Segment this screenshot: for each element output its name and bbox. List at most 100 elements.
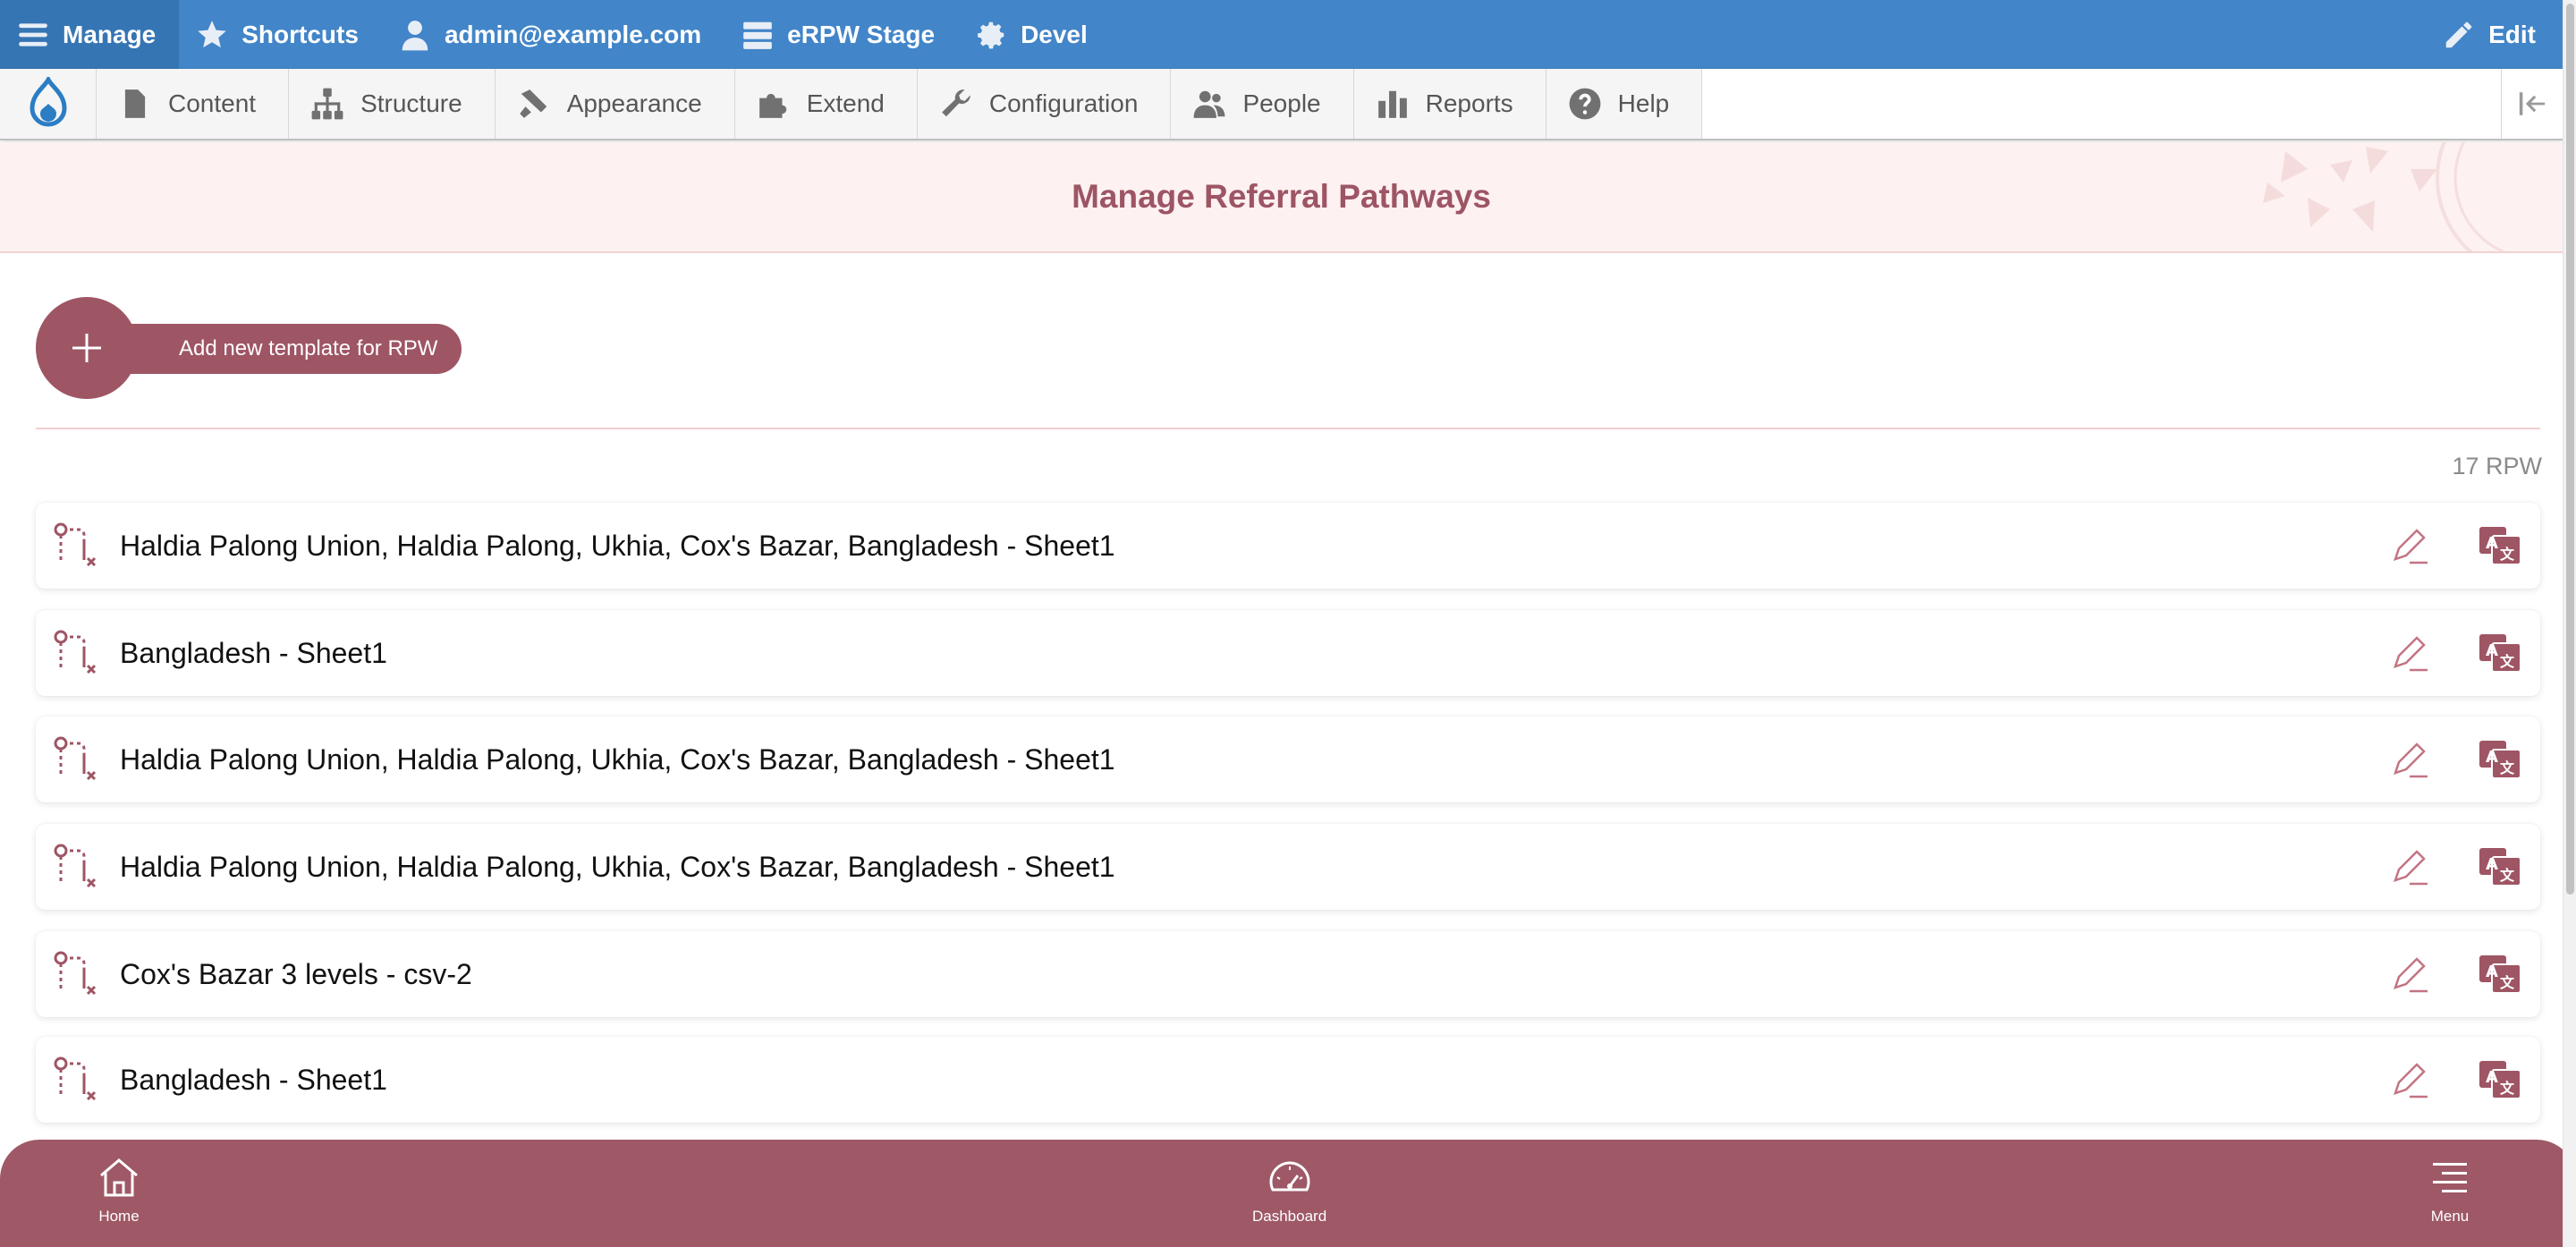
- route-icon: [54, 522, 97, 567]
- nav-menu[interactable]: Menu: [2428, 1156, 2472, 1226]
- pencil-icon: [2445, 21, 2472, 47]
- bottom-nav: Home Dashboard Menu: [0, 1140, 2576, 1247]
- translate-icon[interactable]: A文: [2476, 950, 2524, 998]
- environment-tab[interactable]: eRPW Stage: [724, 0, 958, 69]
- paint-icon: [519, 89, 547, 118]
- page-scrollbar[interactable]: [2563, 0, 2576, 1247]
- svg-text:A: A: [2486, 534, 2498, 553]
- translate-icon[interactable]: A文: [2476, 735, 2524, 784]
- user-label: admin@example.com: [444, 20, 702, 48]
- edit-pencil-icon[interactable]: [2386, 844, 2431, 889]
- speedometer-icon: [1269, 1161, 1310, 1192]
- edit-button[interactable]: Edit: [2426, 0, 2563, 69]
- environment-label: eRPW Stage: [787, 20, 936, 48]
- tray-item-structure[interactable]: Structure: [289, 69, 496, 139]
- nav-dashboard[interactable]: Dashboard: [1252, 1156, 1326, 1226]
- devel-label: Devel: [1021, 20, 1088, 48]
- rpw-item-label: Haldia Palong Union, Haldia Palong, Ukhi…: [120, 850, 1115, 883]
- svg-text:A: A: [2486, 963, 2498, 981]
- help-icon: [1569, 88, 1601, 120]
- plus-icon: [72, 334, 101, 362]
- svg-text:文: 文: [2500, 867, 2515, 884]
- tray-item-label: Content: [168, 89, 257, 117]
- page-title: Manage Referral Pathways: [1072, 178, 1491, 215]
- translate-icon[interactable]: A文: [2476, 1056, 2524, 1104]
- add-template-pill[interactable]: Add new template for RPW: [89, 324, 462, 374]
- rpw-list-item[interactable]: Cox's Bazar 3 levels - csv-2 A文: [36, 931, 2540, 1017]
- rpw-item-label: Cox's Bazar 3 levels - csv-2: [120, 957, 472, 990]
- rpw-item-label: Haldia Palong Union, Haldia Palong, Ukhi…: [120, 529, 1115, 562]
- tray-spacer: [1702, 69, 2502, 139]
- rpw-list-item[interactable]: Bangladesh - Sheet1 A文: [36, 1037, 2540, 1123]
- rpw-item-label: Bangladesh - Sheet1: [120, 1063, 387, 1096]
- svg-text:A: A: [2486, 855, 2498, 874]
- hamburger-icon: [19, 22, 47, 47]
- nav-dashboard-label: Dashboard: [1252, 1208, 1327, 1225]
- gear-icon: [978, 21, 1004, 48]
- manage-label: Manage: [63, 20, 157, 48]
- tray-item-label: Appearance: [566, 89, 702, 117]
- route-icon: [54, 630, 97, 674]
- edit-pencil-icon[interactable]: [2386, 631, 2431, 675]
- tray-item-label: People: [1242, 89, 1321, 117]
- tray-item-help[interactable]: Help: [1546, 69, 1703, 139]
- rpw-count: 17 RPW: [2452, 453, 2542, 479]
- admin-tray: Content Structure Appearance Extend Conf…: [0, 69, 2563, 140]
- user-tab[interactable]: admin@example.com: [382, 0, 724, 69]
- shortcuts-tab[interactable]: Shortcuts: [179, 0, 382, 69]
- svg-text:文: 文: [2500, 546, 2515, 563]
- edit-pencil-icon[interactable]: [2386, 1057, 2431, 1102]
- tray-item-label: Help: [1617, 89, 1670, 117]
- svg-text:A: A: [2486, 641, 2498, 660]
- admin-toolbar: Manage Shortcuts admin@example.com eRPW …: [0, 0, 2563, 69]
- tray-item-reports[interactable]: Reports: [1353, 69, 1546, 139]
- edit-pencil-icon[interactable]: [2386, 737, 2431, 782]
- collapse-left-icon: [2519, 92, 2546, 115]
- scrollbar-thumb[interactable]: [2566, 4, 2574, 895]
- shortcuts-label: Shortcuts: [242, 20, 359, 48]
- file-icon: [124, 89, 146, 118]
- menu-icon: [2433, 1163, 2467, 1192]
- add-template-circle[interactable]: [36, 297, 138, 399]
- home-icon: [100, 1158, 138, 1197]
- add-template-label: Add new template for RPW: [179, 336, 438, 361]
- page-header: Manage Referral Pathways: [0, 142, 2563, 253]
- edit-pencil-icon[interactable]: [2386, 523, 2431, 568]
- rpw-list-item[interactable]: Haldia Palong Union, Haldia Palong, Ukhi…: [36, 717, 2540, 802]
- translate-icon[interactable]: A文: [2476, 522, 2524, 570]
- translate-icon[interactable]: A文: [2476, 629, 2524, 677]
- tray-item-content[interactable]: Content: [97, 69, 290, 139]
- rpw-item-label: Haldia Palong Union, Haldia Palong, Ukhi…: [120, 742, 1115, 776]
- svg-text:文: 文: [2500, 974, 2515, 991]
- route-icon: [54, 1056, 97, 1101]
- edit-label: Edit: [2488, 20, 2536, 48]
- rpw-list-item[interactable]: Bangladesh - Sheet1 A文: [36, 610, 2540, 696]
- tray-item-label: Configuration: [988, 89, 1139, 117]
- edit-pencil-icon[interactable]: [2386, 952, 2431, 997]
- people-icon: [1194, 90, 1225, 118]
- rpw-item-label: Bangladesh - Sheet1: [120, 636, 387, 669]
- svg-text:文: 文: [2500, 653, 2515, 670]
- svg-text:文: 文: [2500, 1080, 2515, 1097]
- devel-tab[interactable]: Devel: [958, 0, 1111, 69]
- tray-collapse-toggle[interactable]: [2502, 69, 2563, 139]
- tray-item-extend[interactable]: Extend: [734, 69, 918, 139]
- rpw-list-item[interactable]: Haldia Palong Union, Haldia Palong, Ukhi…: [36, 503, 2540, 589]
- puzzle-icon: [758, 93, 786, 118]
- translate-icon[interactable]: A文: [2476, 843, 2524, 891]
- app: Manage Shortcuts admin@example.com eRPW …: [0, 0, 2576, 1247]
- rpw-list-item[interactable]: Haldia Palong Union, Haldia Palong, Ukhi…: [36, 824, 2540, 910]
- structure-icon: [311, 88, 343, 120]
- header-decoration-icon: [2263, 142, 2506, 251]
- manage-toggle[interactable]: Manage: [0, 0, 180, 69]
- tray-item-appearance[interactable]: Appearance: [495, 69, 735, 139]
- route-icon: [54, 951, 97, 996]
- nav-home[interactable]: Home: [97, 1156, 141, 1226]
- nav-home-label: Home: [98, 1208, 140, 1225]
- tray-item-configuration[interactable]: Configuration: [917, 69, 1172, 139]
- route-icon: [54, 844, 97, 888]
- drupal-logo[interactable]: [0, 69, 97, 139]
- svg-text:文: 文: [2500, 759, 2515, 776]
- tray-item-people[interactable]: People: [1171, 69, 1354, 139]
- svg-text:A: A: [2486, 748, 2498, 767]
